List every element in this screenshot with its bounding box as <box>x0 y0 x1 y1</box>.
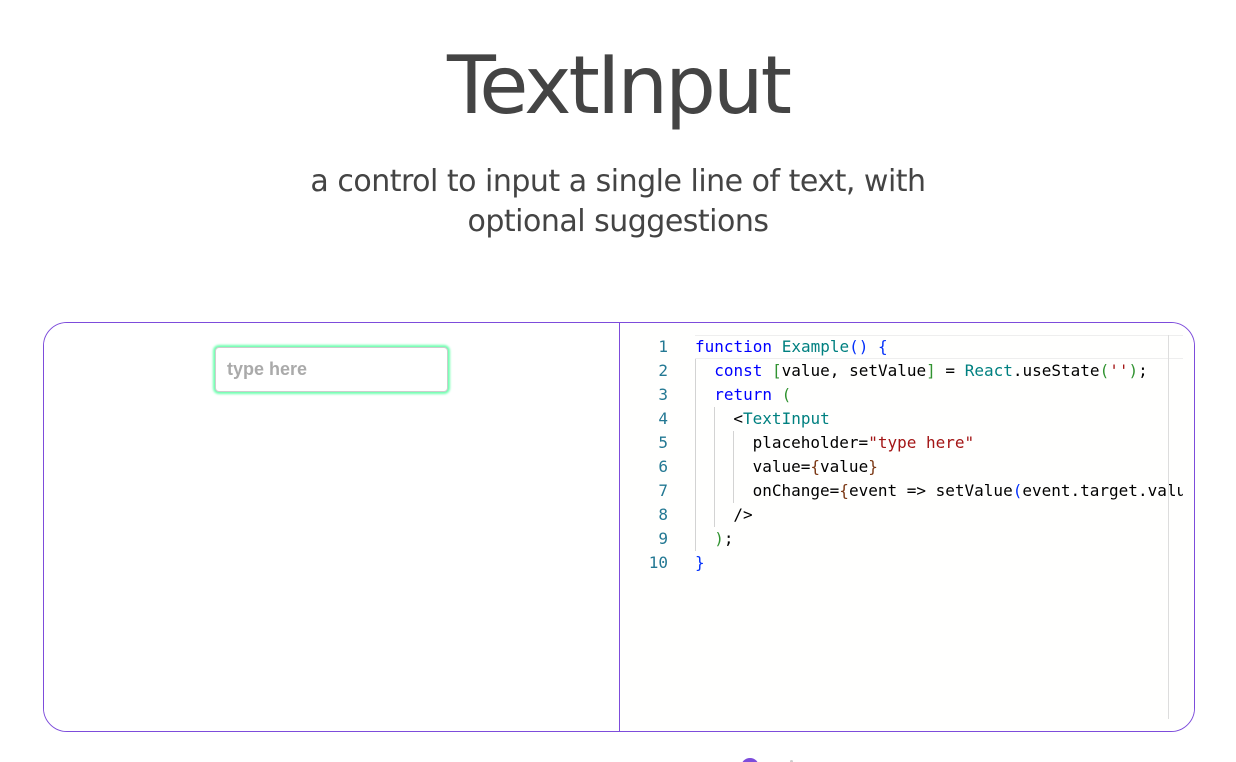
code-token: { <box>839 481 849 500</box>
code-token: ( <box>1012 481 1023 500</box>
code-token: .useState <box>1012 361 1100 380</box>
preview-pane <box>44 323 620 731</box>
indent-guide <box>695 407 696 431</box>
line-number: 9 <box>658 529 668 548</box>
code-token: } <box>695 553 705 572</box>
line-number: 10 <box>648 553 668 572</box>
code-token: "type here" <box>868 433 975 452</box>
line-number: 3 <box>658 385 668 404</box>
code-token: onChange= <box>752 481 840 500</box>
indent-guide <box>714 479 716 503</box>
code-line[interactable]: } <box>695 551 1183 575</box>
code-token: return <box>714 385 772 404</box>
code-line[interactable]: /> <box>695 503 1183 527</box>
indent-guide <box>695 359 696 383</box>
line-number: 6 <box>658 457 668 476</box>
indent-guide <box>714 431 716 455</box>
page-subtitle: a control to input a single line of text… <box>310 164 926 239</box>
code-token: [ <box>772 361 782 380</box>
code-token: ( <box>1099 361 1110 380</box>
code-token: () <box>849 337 869 356</box>
code-line-content: } <box>695 553 705 572</box>
code-line-content: <TextInput <box>695 409 830 428</box>
code-token: value, setValue <box>781 361 927 380</box>
code-line[interactable]: const [value, setValue] = React.useState… <box>695 359 1183 383</box>
code-token: ( <box>781 385 792 404</box>
code-line-content: onChange={event => setValue(event.target… <box>695 481 1183 500</box>
code-line[interactable]: function Example() { <box>695 335 1183 359</box>
code-line-content: /> <box>695 505 753 524</box>
code-token: const <box>714 361 763 380</box>
code-line-content: value={value} <box>695 457 878 476</box>
code-token: event.target.value <box>1022 481 1183 500</box>
code-token: ) <box>714 529 724 548</box>
code-token: Example <box>781 337 850 356</box>
code-editor[interactable]: 1 2 3 4 5 6 7 8 9 10 function Example() … <box>620 323 1194 731</box>
code-token: = <box>935 361 965 380</box>
indent-guide <box>695 503 696 527</box>
code-line-content: ); <box>695 529 733 548</box>
code-token: } <box>868 457 878 476</box>
code-line[interactable]: <TextInput <box>695 407 1183 431</box>
indent-guide <box>714 407 716 431</box>
code-line[interactable]: placeholder="type here" <box>695 431 1183 455</box>
code-token: value <box>820 457 869 476</box>
code-line-content: function Example() { <box>695 337 888 356</box>
indent-guide <box>695 527 696 551</box>
code-line[interactable]: ); <box>695 527 1183 551</box>
code-token: < <box>733 409 744 428</box>
indent-guide <box>695 431 696 455</box>
code-token: ; <box>1138 361 1148 380</box>
code-token: ; <box>723 529 734 548</box>
indent-guide <box>695 383 696 407</box>
line-number: 1 <box>658 337 668 356</box>
code-token: ) <box>1128 361 1139 380</box>
code-token: TextInput <box>743 409 830 428</box>
text-input[interactable] <box>215 347 448 392</box>
code-token: placeholder= <box>752 433 869 452</box>
code-token: React <box>964 361 1013 380</box>
line-number: 2 <box>658 361 668 380</box>
code-line-content: const [value, setValue] = React.useState… <box>695 361 1148 380</box>
page-title: TextInput <box>447 39 792 132</box>
indent-guide <box>695 455 696 479</box>
code-line[interactable]: onChange={event => setValue(event.target… <box>695 479 1183 503</box>
code-line[interactable]: return ( <box>695 383 1183 407</box>
code-line[interactable]: value={value} <box>695 455 1183 479</box>
code-token: event => setValue <box>848 481 1013 500</box>
indent-guide <box>733 455 735 479</box>
code-line-content: placeholder="type here" <box>695 433 975 452</box>
code-token: '' <box>1109 361 1129 380</box>
code-token: ] <box>926 361 936 380</box>
line-number: 4 <box>658 409 668 428</box>
line-number: 8 <box>658 505 668 524</box>
editor-overview-ruler <box>1168 335 1169 719</box>
code-line-content: return ( <box>695 385 791 404</box>
code-token: /> <box>733 505 753 524</box>
code-token: value= <box>752 457 811 476</box>
footer-logo-icon <box>741 758 759 762</box>
line-number-gutter: 1 2 3 4 5 6 7 8 9 10 <box>620 335 676 575</box>
indent-guide <box>714 455 716 479</box>
line-number: 5 <box>658 433 668 452</box>
indent-guide <box>733 431 735 455</box>
indent-guide <box>733 479 735 503</box>
code-token: function <box>695 337 773 356</box>
code-token: { <box>810 457 821 476</box>
indent-guide <box>714 503 716 527</box>
code-lines[interactable]: function Example() {const [value, setVal… <box>695 335 1183 575</box>
code-token: { <box>878 337 888 356</box>
example-frame: 1 2 3 4 5 6 7 8 9 10 function Example() … <box>43 322 1195 732</box>
indent-guide <box>695 479 696 503</box>
line-number: 7 <box>658 481 668 500</box>
